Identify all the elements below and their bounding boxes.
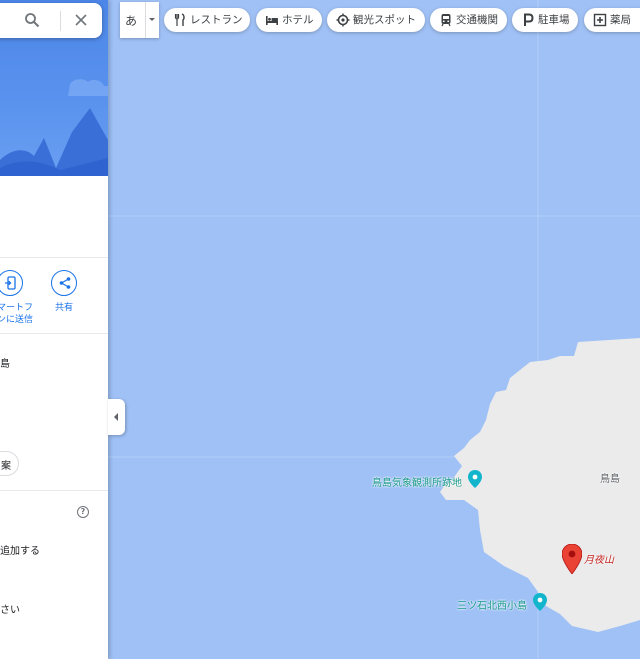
chip-transit[interactable]: 交通機関 (430, 8, 507, 32)
pharmacy-icon (593, 13, 607, 27)
poi-pin-icon[interactable] (533, 593, 547, 611)
divider (0, 490, 108, 491)
chip-restaurant[interactable]: レストラン (164, 8, 250, 32)
input-language-label: あ (125, 14, 138, 28)
hotel-icon (266, 16, 278, 25)
search-box[interactable] (0, 3, 102, 38)
send-to-phone-button[interactable] (0, 270, 23, 296)
chevron-down-icon[interactable] (149, 18, 155, 21)
suggest-edit-label: 案 (1, 461, 11, 472)
attraction-icon (336, 13, 350, 27)
chip-parking[interactable]: 駐車場 (512, 8, 578, 32)
chip-hotel-label: ホテル (282, 14, 314, 26)
chip-restaurant-label: レストラン (190, 14, 243, 26)
divider (0, 257, 108, 258)
share-label[interactable]: 共有 (55, 302, 73, 314)
search-divider (60, 11, 61, 31)
weather-station-label[interactable]: 鳥島気象観測所跡地 (372, 474, 462, 489)
map-canvas[interactable]: 鳥島気象観測所跡地 鳥島 月夜山 三ツ石北西小島 (108, 0, 640, 659)
chip-attractions-label: 観光スポット (353, 14, 416, 26)
search-icon[interactable] (24, 12, 40, 28)
islet-label[interactable]: 三ツ石北西小島 (457, 597, 527, 612)
send-to-phone-label-1[interactable]: マートフ (0, 302, 33, 314)
mountain-label[interactable]: 月夜山 (584, 551, 614, 566)
location-marker-icon[interactable] (562, 544, 582, 574)
chip-parking-label: 駐車場 (538, 14, 570, 26)
close-icon[interactable] (74, 13, 88, 27)
place-panel: マートフ ンに送信 共有 島 案 ? 追加する さい (0, 0, 108, 659)
parking-icon (524, 13, 534, 26)
send-to-phone-label-2[interactable]: ンに送信 (0, 314, 33, 326)
address-text: 島 (0, 359, 10, 370)
transit-icon (441, 14, 451, 27)
bottom-text: さい (0, 605, 20, 616)
help-icon[interactable]: ? (77, 506, 89, 518)
chip-transit-label: 交通機関 (456, 14, 498, 26)
collapse-arrow-icon (114, 413, 118, 421)
share-icon (59, 277, 71, 289)
share-button[interactable] (51, 270, 77, 296)
chip-attractions[interactable]: 観光スポット (327, 8, 425, 32)
collapse-panel-button[interactable] (108, 399, 125, 435)
poi-pin-icon[interactable] (468, 470, 482, 488)
divider (0, 333, 108, 334)
chip-pharmacy[interactable]: 薬局 (584, 8, 640, 32)
language-separator (145, 2, 146, 38)
input-language-button[interactable]: あ (120, 2, 159, 38)
chip-hotel[interactable]: ホテル (256, 8, 322, 32)
island-landmass (108, 0, 640, 659)
chip-pharmacy-label: 薬局 (610, 14, 631, 26)
restaurant-icon (174, 13, 185, 26)
add-missing-info-link[interactable]: 追加する (0, 542, 40, 557)
suggest-edit-button[interactable]: 案 (0, 451, 19, 476)
send-to-phone-icon (5, 276, 16, 290)
island-label: 鳥島 (600, 474, 620, 485)
